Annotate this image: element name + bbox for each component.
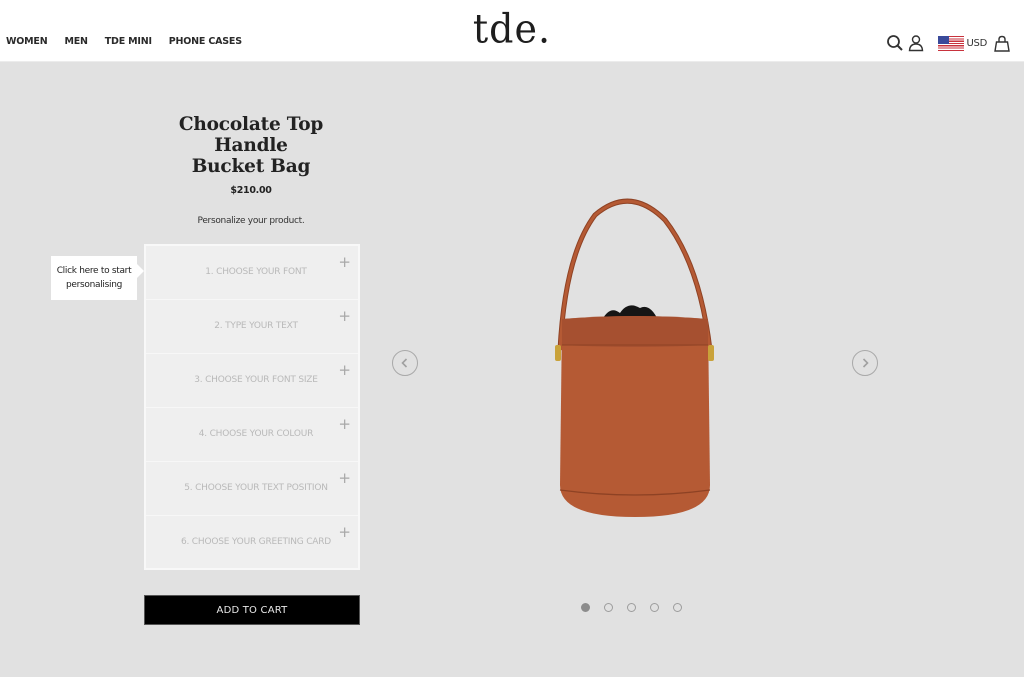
- gallery-pagination: [581, 603, 682, 612]
- gallery-dot-5[interactable]: [673, 603, 682, 612]
- plus-icon[interactable]: +: [338, 525, 351, 540]
- plus-icon[interactable]: +: [338, 417, 351, 432]
- gallery-dot-2[interactable]: [604, 603, 613, 612]
- brand-logo-text: tde.: [472, 5, 552, 53]
- site-header: WOMEN MEN TDE MINI PHONE CASES tde. USD: [0, 0, 1024, 62]
- us-flag-icon[interactable]: [937, 35, 964, 51]
- gallery-next-button[interactable]: [852, 350, 878, 376]
- brand-logo[interactable]: tde.: [0, 5, 1024, 53]
- step-choose-greeting-card[interactable]: 6. CHOOSE YOUR GREETING CARD +: [146, 516, 358, 570]
- step-choose-text-position[interactable]: 5. CHOOSE YOUR TEXT POSITION +: [146, 462, 358, 516]
- chevron-right-icon: [862, 358, 869, 368]
- bag-hardware-right: [708, 345, 714, 361]
- search-icon[interactable]: [886, 34, 904, 52]
- bag-hardware-left: [555, 345, 561, 361]
- product-price: $210.00: [230, 185, 272, 196]
- gallery-dot-4[interactable]: [650, 603, 659, 612]
- account-icon[interactable]: [908, 34, 924, 52]
- step-choose-font-size[interactable]: 3. CHOOSE YOUR FONT SIZE +: [146, 354, 358, 408]
- step-type-text[interactable]: 2. TYPE YOUR TEXT +: [146, 300, 358, 354]
- tooltip-line-1: Click here to start: [56, 266, 132, 276]
- personalize-prompt: Personalize your product.: [197, 216, 305, 226]
- step-label: 2. TYPE YOUR TEXT: [214, 321, 298, 331]
- gallery-dot-1[interactable]: [581, 603, 590, 612]
- step-choose-font[interactable]: 1. CHOOSE YOUR FONT +: [146, 246, 358, 300]
- step-label: 4. CHOOSE YOUR COLOUR: [198, 429, 314, 439]
- product-title-line-1: Chocolate Top Handle: [178, 114, 324, 156]
- plus-icon[interactable]: +: [338, 255, 351, 270]
- plus-icon[interactable]: +: [338, 309, 351, 324]
- step-label: 3. CHOOSE YOUR FONT SIZE: [194, 375, 318, 385]
- shopping-bag-icon[interactable]: [994, 35, 1010, 52]
- personalisation-steps: 1. CHOOSE YOUR FONT + 2. TYPE YOUR TEXT …: [144, 244, 360, 570]
- tooltip-line-2: personalising: [65, 280, 123, 290]
- currency-selector[interactable]: USD: [967, 38, 988, 49]
- personalise-tooltip[interactable]: Click here to start personalising: [51, 256, 144, 300]
- step-label: 5. CHOOSE YOUR TEXT POSITION: [184, 483, 328, 493]
- add-to-cart-button[interactable]: ADD TO CART: [144, 595, 360, 625]
- gallery-prev-button[interactable]: [392, 350, 418, 376]
- step-choose-colour[interactable]: 4. CHOOSE YOUR COLOUR +: [146, 408, 358, 462]
- step-label: 6. CHOOSE YOUR GREETING CARD: [180, 537, 332, 547]
- gallery-dot-3[interactable]: [627, 603, 636, 612]
- product-title-line-2: Bucket Bag: [191, 156, 311, 177]
- plus-icon[interactable]: +: [338, 363, 351, 378]
- product-image-bucket-bag: [555, 198, 714, 517]
- product-title: Chocolate Top Handle Bucket Bag: [140, 114, 362, 177]
- step-label: 1. CHOOSE YOUR FONT: [205, 267, 307, 277]
- chevron-left-icon: [401, 358, 408, 368]
- header-actions: USD: [886, 32, 1010, 54]
- plus-icon[interactable]: +: [338, 471, 351, 486]
